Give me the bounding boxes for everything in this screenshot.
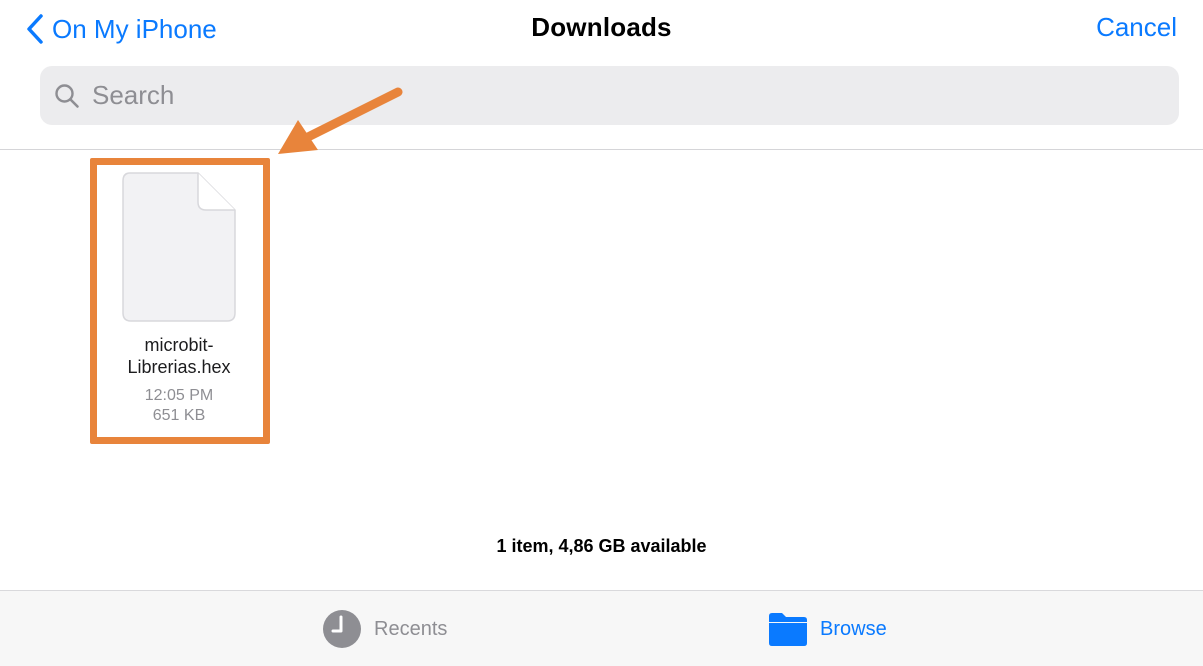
- search-input[interactable]: [90, 79, 1094, 112]
- tab-recents-label: Recents: [374, 617, 448, 640]
- file-name-line-1: microbit-: [144, 335, 214, 355]
- tab-browse[interactable]: Browse: [768, 609, 887, 649]
- file-name: microbit- Librerias.hex: [96, 334, 262, 378]
- cancel-button[interactable]: Cancel: [1096, 12, 1177, 43]
- tab-browse-label: Browse: [820, 617, 887, 640]
- navigation-bar: On My iPhone Downloads Cancel: [0, 0, 1203, 58]
- file-item[interactable]: microbit- Librerias.hex 12:05 PM 651 KB: [96, 168, 262, 434]
- search-bar[interactable]: [40, 66, 1179, 125]
- clock-icon: [323, 610, 361, 648]
- document-icon: [122, 172, 236, 322]
- storage-status: 1 item, 4,86 GB available: [496, 536, 707, 556]
- page-title: Downloads: [531, 12, 672, 42]
- file-size: 651 KB: [152, 407, 206, 424]
- header-divider: [0, 149, 1203, 150]
- folder-icon: [769, 613, 807, 646]
- file-time: 12:05 PM: [144, 387, 214, 404]
- search-icon: [55, 83, 79, 108]
- file-name-line-2: Librerias.hex: [127, 357, 231, 377]
- tab-bar: Recents Browse: [0, 590, 1203, 666]
- annotation-arrow-icon: [278, 87, 403, 154]
- files-browser-screen: On My iPhone Downloads Cancel microbit- …: [0, 0, 1203, 666]
- tab-recents[interactable]: Recents: [322, 609, 447, 649]
